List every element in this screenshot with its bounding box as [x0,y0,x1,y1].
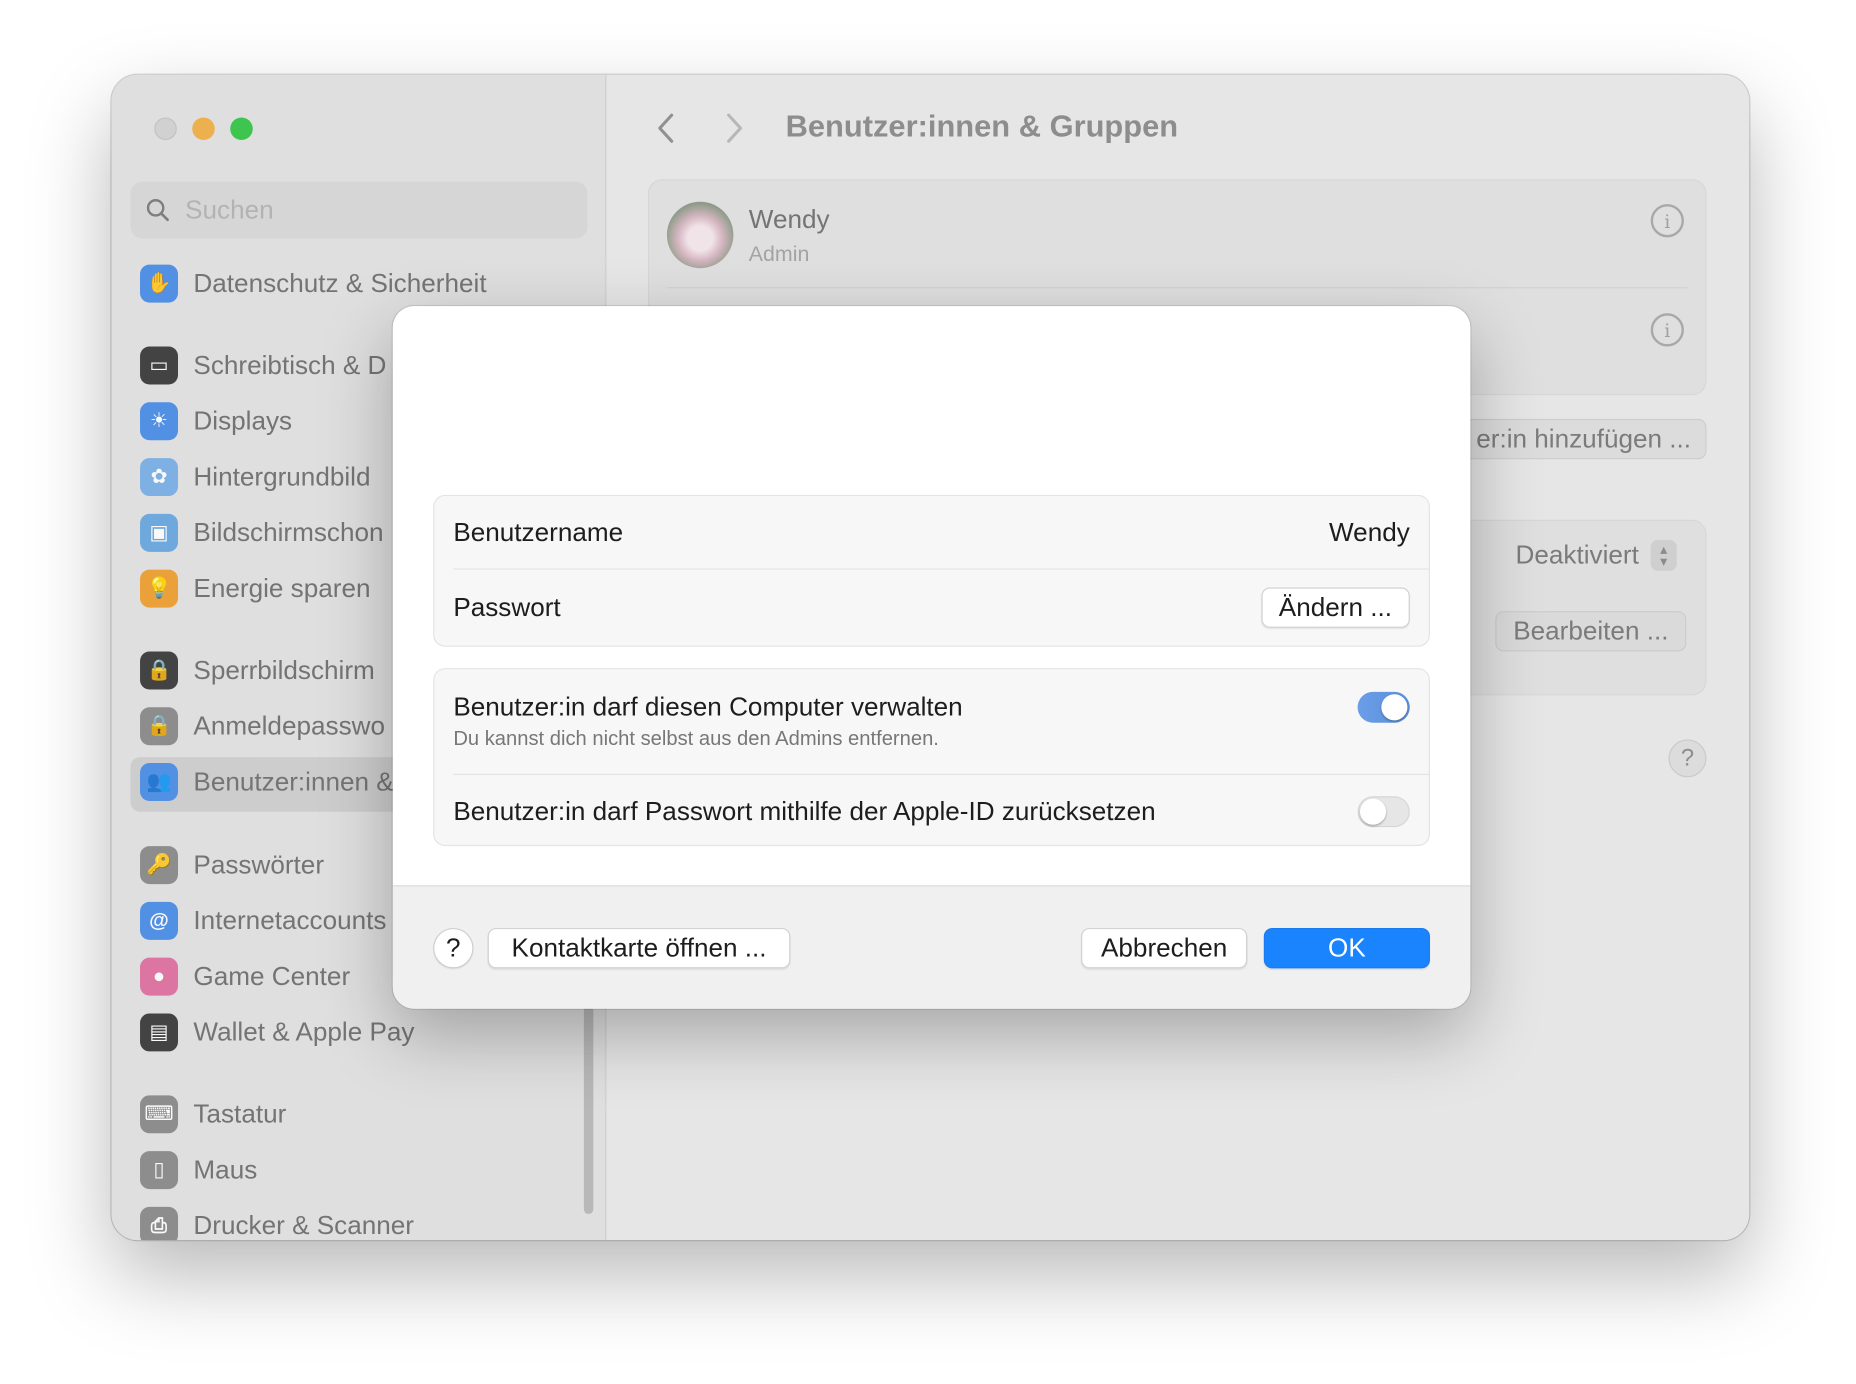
toggle-knob [1381,694,1408,721]
divider [453,568,1429,570]
appleid-toggle[interactable] [1357,796,1410,828]
change-password-button[interactable]: Ändern ... [1260,587,1410,628]
admin-row: Benutzer:in darf diesen Computer verwalt… [453,688,1410,726]
admin-toggle[interactable] [1357,691,1410,723]
ok-button[interactable]: OK [1263,927,1430,969]
account-group: Benutzername Wendy Passwort Ändern ... [433,494,1430,647]
cancel-button[interactable]: Abbrechen [1081,927,1248,969]
open-contact-card-button[interactable]: Kontaktkarte öffnen ... [487,927,791,969]
stage: Suchen ✋ Datenschutz & Sicherheit ▭ Schr… [0,0,1856,1384]
username-value: Wendy [1329,517,1410,548]
appleid-toggle-label: Benutzer:in darf Passwort mithilfe der A… [453,796,1156,826]
admin-sub-row: Du kannst dich nicht selbst aus den Admi… [453,726,1409,752]
admin-toggle-label: Benutzer:in darf diesen Computer verwalt… [453,691,963,722]
sheet-footer: ? Kontaktkarte öffnen ... Abbrechen OK [392,885,1471,1009]
sheet-body: Benutzername Wendy Passwort Ändern ... B… [392,306,1471,886]
user-detail-sheet: Benutzername Wendy Passwort Ändern ... B… [392,306,1471,1009]
appleid-row: Benutzer:in darf Passwort mithilfe der A… [453,793,1410,831]
password-label: Passwort [453,592,561,622]
divider [453,773,1429,775]
admin-toggle-sub: Du kannst dich nicht selbst aus den Admi… [453,727,939,750]
username-row: Benutzername Wendy [453,514,1409,552]
permissions-group: Benutzer:in darf diesen Computer verwalt… [433,668,1430,847]
sheet-help-button[interactable]: ? [433,927,474,969]
password-row: Passwort Ändern ... [453,586,1410,629]
username-label: Benutzername [453,517,624,548]
toggle-knob [1359,798,1387,825]
